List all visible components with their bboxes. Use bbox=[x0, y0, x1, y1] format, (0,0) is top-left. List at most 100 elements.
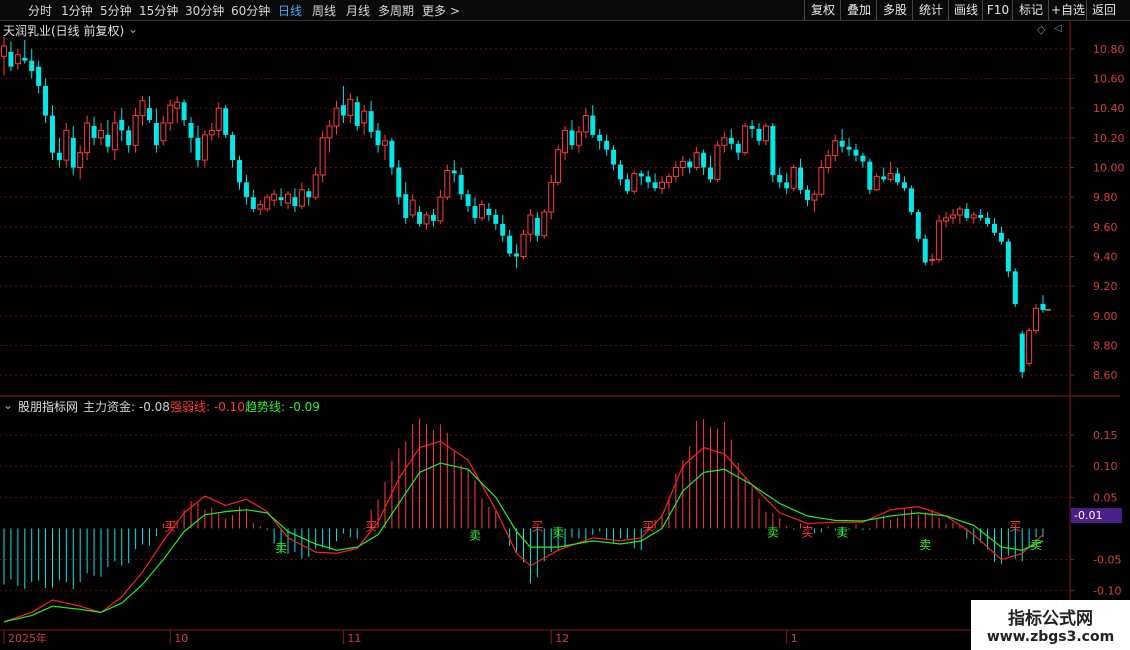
candle-body-up bbox=[562, 129, 569, 154]
candle-body-down bbox=[105, 134, 111, 147]
candle-body-down bbox=[451, 170, 457, 174]
candle-body-down bbox=[687, 161, 693, 168]
signal-label: 买 bbox=[1009, 519, 1021, 533]
candle-body-down bbox=[922, 238, 928, 263]
candle-body-down bbox=[493, 214, 499, 224]
price-tick-label: 9.40 bbox=[1093, 251, 1118, 264]
date-tick-label: 11 bbox=[347, 632, 361, 645]
candle-body-down bbox=[1005, 241, 1011, 272]
candle-body-down bbox=[1040, 303, 1046, 310]
legend-main-force: 主力资金: -0.08 bbox=[83, 400, 170, 414]
candle-body-down bbox=[784, 182, 790, 189]
candle-body-down bbox=[638, 173, 644, 177]
candle-body-down bbox=[611, 149, 617, 165]
collapse-icon[interactable]: ◁ bbox=[1054, 23, 1062, 34]
candle-body-down bbox=[146, 108, 152, 121]
candle-body-down bbox=[389, 140, 395, 168]
candle-body-down bbox=[403, 194, 409, 218]
candle-body-up bbox=[527, 214, 534, 235]
watermark-url: www.zbgs3.com bbox=[986, 629, 1115, 645]
candle-body-down bbox=[846, 146, 852, 150]
candle-body-up bbox=[832, 140, 839, 157]
price-tick-label: 10.40 bbox=[1093, 102, 1125, 115]
candle-body-up bbox=[167, 104, 174, 124]
indicator-tick-label: 0.15 bbox=[1093, 429, 1118, 442]
candle-body-up bbox=[721, 137, 728, 146]
candle-body-up bbox=[201, 134, 208, 161]
candle-body-up bbox=[215, 107, 222, 131]
candle-body-down bbox=[590, 115, 596, 135]
candle-body-down bbox=[430, 214, 436, 221]
candle-body-down bbox=[223, 108, 229, 135]
candle-body-down bbox=[992, 223, 998, 233]
candle-body-up bbox=[929, 258, 936, 261]
candle-body-down bbox=[507, 235, 513, 254]
chart-canvas: 10.80 10.60 10.40 10.20 10.00 9.80 9.60 9.40 9.2… bbox=[0, 20, 1125, 650]
candle-body-down bbox=[964, 209, 970, 218]
candle-body-up bbox=[762, 125, 769, 142]
candle-body-up bbox=[361, 110, 368, 124]
candle-body-down bbox=[292, 197, 298, 207]
candle-body-up bbox=[271, 193, 278, 201]
candle-body-down bbox=[908, 188, 914, 212]
candle-body-down bbox=[396, 167, 402, 198]
candle-body-up bbox=[665, 175, 672, 183]
candle-body-down bbox=[867, 161, 873, 190]
candle-body-down bbox=[230, 134, 236, 161]
candle-body-down bbox=[860, 155, 866, 162]
signal-label: 卖 bbox=[1030, 538, 1042, 552]
signal-label: 买 bbox=[531, 519, 543, 533]
candle-body-down bbox=[181, 102, 187, 121]
date-tick-label: 2025年 bbox=[8, 631, 47, 645]
price-tick-label: 10.60 bbox=[1093, 73, 1125, 86]
candle-body-down bbox=[1019, 333, 1025, 373]
price-tick-label: 9.60 bbox=[1093, 221, 1118, 234]
title-dropdown-icon[interactable]: ⌄ bbox=[128, 22, 138, 36]
candle-body-up bbox=[548, 181, 555, 213]
candle-body-up bbox=[312, 174, 319, 198]
candle-body-up bbox=[1, 45, 7, 57]
candle-body-up bbox=[742, 125, 749, 154]
candle-body-down bbox=[728, 137, 734, 144]
date-tick-label: 1 bbox=[791, 632, 798, 645]
candle-body-up bbox=[111, 122, 118, 151]
watermark: 指标公式网 www.zbgs3.com bbox=[971, 600, 1130, 650]
candle-body-down bbox=[985, 217, 991, 224]
candle-body-down bbox=[645, 176, 651, 183]
candle-body-down bbox=[70, 137, 76, 168]
candle-body-down bbox=[465, 194, 471, 207]
candle-body-down bbox=[153, 123, 159, 146]
candle-body-up bbox=[825, 155, 832, 168]
candle-body-up bbox=[956, 208, 963, 216]
indicator-tick-label: 0.05 bbox=[1093, 491, 1118, 504]
candle-body-down bbox=[29, 60, 35, 72]
date-tick-label: 10 bbox=[174, 632, 188, 645]
candle-body-up bbox=[949, 214, 956, 219]
diamond-icon[interactable]: ◇ bbox=[1037, 23, 1045, 36]
candle-body-down bbox=[624, 179, 630, 192]
candle-body-up bbox=[423, 214, 430, 225]
main-chart-title: 天润乳业(日线 前复权) bbox=[3, 24, 125, 38]
candle-body-up bbox=[659, 181, 666, 189]
candle-body-up bbox=[97, 129, 104, 139]
candle-body-down bbox=[43, 85, 49, 116]
candle-body-up bbox=[160, 122, 167, 142]
candle-body-down bbox=[569, 130, 575, 146]
signal-label: 买 bbox=[164, 519, 176, 533]
candle-body-up bbox=[1026, 330, 1033, 364]
candle-body-up bbox=[672, 167, 679, 177]
price-tick-label: 10.20 bbox=[1093, 132, 1125, 145]
candle-body-down bbox=[36, 66, 42, 86]
indicator-dropdown-icon[interactable]: ⌄ bbox=[3, 398, 13, 412]
signal-label: 卖 bbox=[919, 538, 931, 552]
candle-body-down bbox=[340, 105, 346, 116]
candle-body-down bbox=[1012, 271, 1018, 304]
candle-body-down bbox=[126, 130, 132, 146]
date-axis: 2025年101112123 bbox=[3, 630, 1006, 645]
candle-body-up bbox=[139, 100, 146, 117]
candle-body-up bbox=[970, 214, 977, 219]
candle-body-up bbox=[381, 140, 388, 146]
candle-body-up bbox=[873, 175, 880, 191]
date-tick-label: 12 bbox=[555, 632, 569, 645]
candle-body-down bbox=[486, 209, 492, 215]
